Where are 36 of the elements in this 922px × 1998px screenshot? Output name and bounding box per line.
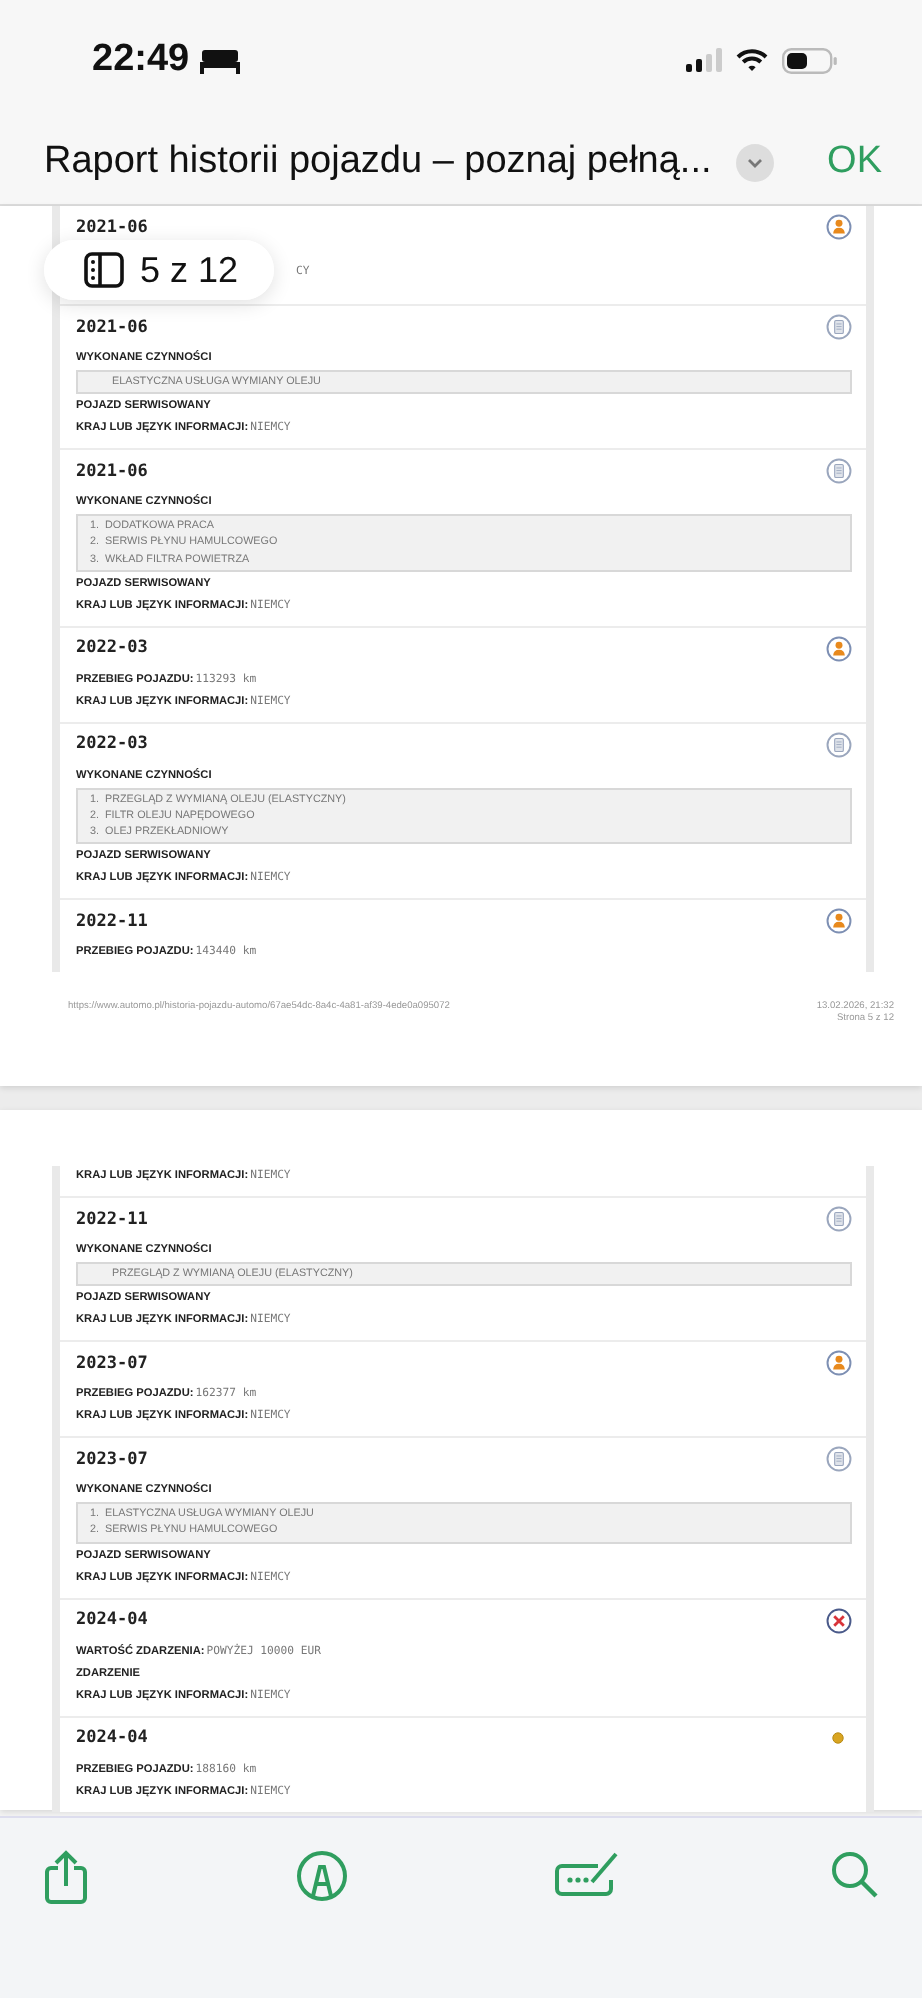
person-icon — [826, 908, 852, 935]
document-title: Raport historii pojazdu – poznaj pełną... — [44, 140, 712, 184]
document-icon — [826, 1446, 852, 1473]
search-icon[interactable] — [829, 1850, 878, 1898]
document-icon — [826, 1206, 852, 1232]
entry-date: 2023-07 — [76, 1353, 148, 1374]
person-icon — [826, 214, 852, 240]
entry-date: 2024-04 — [76, 1728, 148, 1749]
entry-date: 2024-04 — [76, 1610, 148, 1631]
document-icon — [826, 314, 852, 340]
person-icon — [826, 635, 852, 662]
entry-date: 2021-06 — [76, 461, 148, 482]
form-fill-icon[interactable] — [554, 1850, 623, 1898]
chevron-down-icon[interactable] — [735, 143, 774, 181]
entry-date: 2022-03 — [76, 734, 148, 755]
markup-pen-icon[interactable] — [295, 1850, 348, 1902]
entry-date: 2022-11 — [76, 911, 148, 932]
share-icon[interactable] — [44, 1850, 88, 1906]
damage-icon — [826, 1607, 852, 1634]
dot-icon — [832, 1732, 844, 1745]
signal-icon — [686, 48, 722, 72]
entry-date: 2021-06 — [76, 317, 148, 337]
document-icon — [826, 458, 852, 485]
entry-date: 2023-07 — [76, 1449, 148, 1470]
page-count: 5 z 12 — [140, 249, 239, 291]
entry-date: 2022-11 — [76, 1209, 148, 1229]
bed-icon — [199, 47, 240, 73]
entry-date: 2021-06 — [76, 217, 148, 237]
battery-icon — [782, 47, 838, 73]
person-icon — [826, 1350, 852, 1377]
sidebar-icon — [84, 252, 124, 288]
document-icon — [826, 731, 852, 758]
wifi-icon — [736, 48, 768, 72]
page-indicator[interactable]: 5 z 12 — [44, 240, 275, 300]
status-time: 22:49 — [92, 38, 190, 82]
entry-date: 2022-03 — [76, 638, 148, 659]
